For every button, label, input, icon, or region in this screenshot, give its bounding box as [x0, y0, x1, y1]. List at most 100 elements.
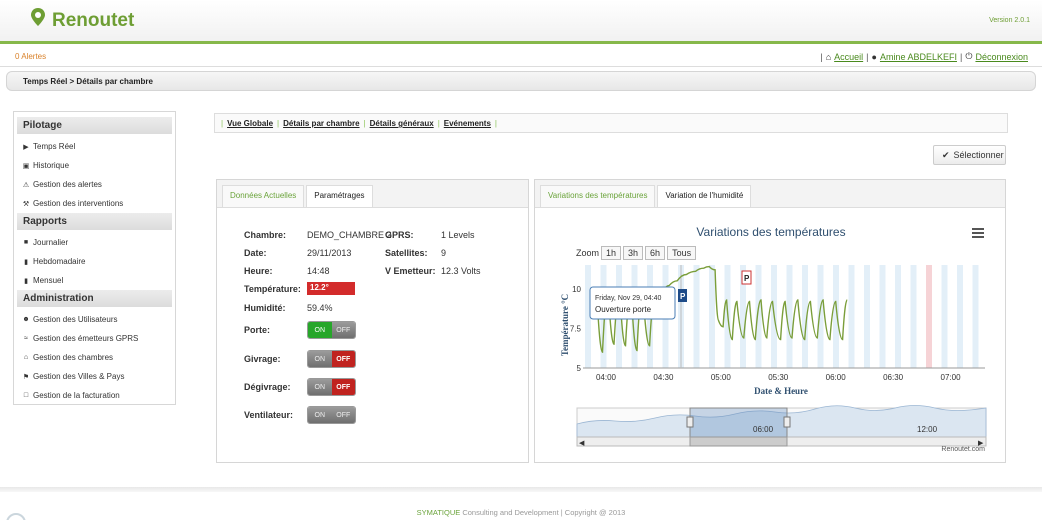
givrage-toggle[interactable]: ON OFF — [307, 350, 356, 368]
folder-icon: ▮ — [24, 277, 28, 285]
app-version: Version 2.0.1 — [989, 17, 1030, 24]
tab-parametrages[interactable]: Paramétrages — [306, 185, 373, 207]
navigator-handle-left[interactable] — [686, 416, 694, 428]
temperature-label: Température: — [244, 284, 301, 294]
x-tick-label: 05:00 — [711, 373, 732, 382]
breadcrumb: Temps Réel > Détails par chambre — [6, 71, 1036, 91]
tab-donnees-actuelles[interactable]: Données Actuelles — [222, 185, 305, 207]
toggle-on: ON — [308, 322, 332, 338]
sidebar-item-hebdomadaire[interactable]: ▮ Hebdomadaire — [17, 252, 172, 271]
temperature-chart[interactable]: 04:00 04:30 05:00 05:30 06:00 06:30 07:00 5 7.5… — [535, 220, 1007, 460]
check-icon: ✔ — [942, 149, 950, 160]
toggle-off: OFF — [331, 379, 355, 395]
chart-credit[interactable]: Renoutet.com — [941, 446, 985, 453]
footer: SYMATIQUE Consulting and Development | C… — [0, 508, 1042, 517]
app-logo[interactable]: Renoutet — [52, 10, 134, 32]
sidebar-item-historique[interactable]: ▣ Historique — [17, 156, 172, 175]
sidebar-item-interventions[interactable]: ⚒ Gestion des interventions — [17, 194, 172, 213]
toggle-on: ON — [308, 351, 332, 367]
sidebar-item-label: Gestion de la facturation — [33, 391, 120, 400]
x-tick-label: 05:30 — [768, 373, 789, 382]
sidebar-item-journalier[interactable]: ■ Journalier — [17, 233, 172, 252]
sidebar-item-label: Gestion des Villes & Pays — [33, 372, 125, 381]
chambre-label: Chambre: — [244, 230, 287, 240]
separator: | — [820, 51, 823, 62]
navigator-label: 12:00 — [917, 425, 938, 434]
x-tick-label: 06:30 — [883, 373, 904, 382]
footer-divider — [0, 487, 1042, 492]
gprs-value: 1 Levels — [441, 230, 475, 240]
sidebar-section-pilotage: Pilotage — [17, 117, 172, 134]
home-link[interactable]: Accueil — [834, 52, 863, 62]
degivrage-toggle[interactable]: ON OFF — [307, 378, 356, 396]
chart-band — [926, 265, 932, 368]
sidebar-item-emetteurs[interactable]: ≈ Gestion des émetteurs GPRS — [17, 329, 172, 348]
sidebar-item-label: Gestion des interventions — [33, 199, 124, 208]
select-button[interactable]: ✔ Sélectionner — [933, 145, 1006, 165]
navigator-handle-right[interactable] — [783, 416, 791, 428]
x-tick-label: 07:00 — [941, 373, 962, 382]
separator: | — [866, 51, 869, 62]
separator: | — [437, 119, 440, 128]
separator: | — [363, 119, 366, 128]
home-icon: ⌂ — [23, 354, 29, 361]
book-icon: ■ — [23, 239, 29, 246]
sidebar-item-label: Hebdomadaire — [33, 257, 86, 266]
tab-evenements[interactable]: Evénements — [444, 119, 491, 128]
x-tick-label: 04:00 — [596, 373, 617, 382]
y-tick-label: 5 — [577, 364, 582, 373]
tab-details-generaux[interactable]: Détails généraux — [370, 119, 434, 128]
home-icon: ⌂ — [825, 51, 832, 62]
scroll-left-icon[interactable]: ◀ — [579, 440, 585, 447]
tab-variation-humidite[interactable]: Variation de l'humidité — [657, 185, 752, 207]
sidebar-item-mensuel[interactable]: ▮ Mensuel — [17, 271, 172, 290]
porte-toggle[interactable]: ON OFF — [307, 321, 356, 339]
satellites-label: Satellites: — [385, 248, 428, 258]
heure-value: 14:48 — [307, 266, 330, 276]
gprs-label: GPRS: — [385, 230, 414, 240]
chart-band — [895, 265, 901, 368]
toggle-off: OFF — [331, 407, 355, 423]
sidebar-item-label: Mensuel — [33, 276, 64, 285]
degivrage-label: Dégivrage: — [244, 382, 291, 392]
chart-band — [755, 265, 762, 368]
sidebar-item-label: Gestion des alertes — [33, 180, 102, 189]
date-value: 29/11/2013 — [307, 248, 352, 258]
chart-band — [941, 265, 948, 368]
separator: | — [494, 119, 497, 128]
navigator-scroll-thumb[interactable] — [689, 436, 788, 447]
ventilateur-toggle[interactable]: ON OFF — [307, 406, 356, 424]
sidebar-item-alertes[interactable]: ⚠ Gestion des alertes — [17, 175, 172, 194]
voltage-value: 12.3 Volts — [441, 266, 481, 276]
event-flag[interactable]: P — [678, 289, 687, 302]
event-flag[interactable]: P — [741, 270, 752, 285]
humidite-label: Humidité: — [244, 303, 286, 313]
chart-navigator[interactable]: 06:00 12:00 ◀ ▶ — [576, 405, 987, 448]
toggle-off: OFF — [331, 351, 355, 367]
sidebar-section-rapports: Rapports — [17, 213, 172, 230]
alerts-link[interactable]: 0 Alertes — [15, 52, 46, 61]
ventilateur-label: Ventilateur: — [244, 410, 294, 420]
users-icon: ☻ — [22, 316, 30, 323]
tab-details-chambre[interactable]: Détails par chambre — [283, 119, 359, 128]
sidebar-item-utilisateurs[interactable]: ☻ Gestion des Utilisateurs — [17, 310, 172, 329]
sidebar-item-villes[interactable]: ⚑ Gestion des Villes & Pays — [17, 367, 172, 386]
sidebar-item-temps-reel[interactable]: ▶ Temps Réel — [17, 137, 172, 156]
footer-brand[interactable]: SYMATIQUE — [417, 508, 461, 517]
voltage-label: V Emetteur: — [385, 266, 436, 276]
sidebar-item-chambres[interactable]: ⌂ Gestion des chambres — [17, 348, 172, 367]
panel-tabs: Données Actuelles Paramétrages — [217, 180, 528, 208]
flag-label: P — [744, 274, 750, 283]
power-icon: ⏻ — [965, 51, 973, 61]
user-profile-link[interactable]: Amine ABDELKEFI — [880, 52, 957, 62]
user-bar: 0 Alertes | ⌂ Accueil | ● Amine ABDELKEF… — [0, 45, 1042, 67]
map-pin-icon — [31, 8, 45, 26]
logout-link[interactable]: Déconnexion — [975, 52, 1028, 62]
tab-vue-globale[interactable]: Vue Globale — [227, 119, 273, 128]
tab-variations-temperatures[interactable]: Variations des températures — [540, 185, 656, 207]
chart-band — [972, 265, 979, 368]
sidebar-item-facturation[interactable]: □ Gestion de la facturation — [17, 386, 172, 405]
separator: | — [221, 119, 224, 128]
user-icon: ● — [871, 51, 877, 62]
history-icon: ▣ — [22, 162, 30, 170]
